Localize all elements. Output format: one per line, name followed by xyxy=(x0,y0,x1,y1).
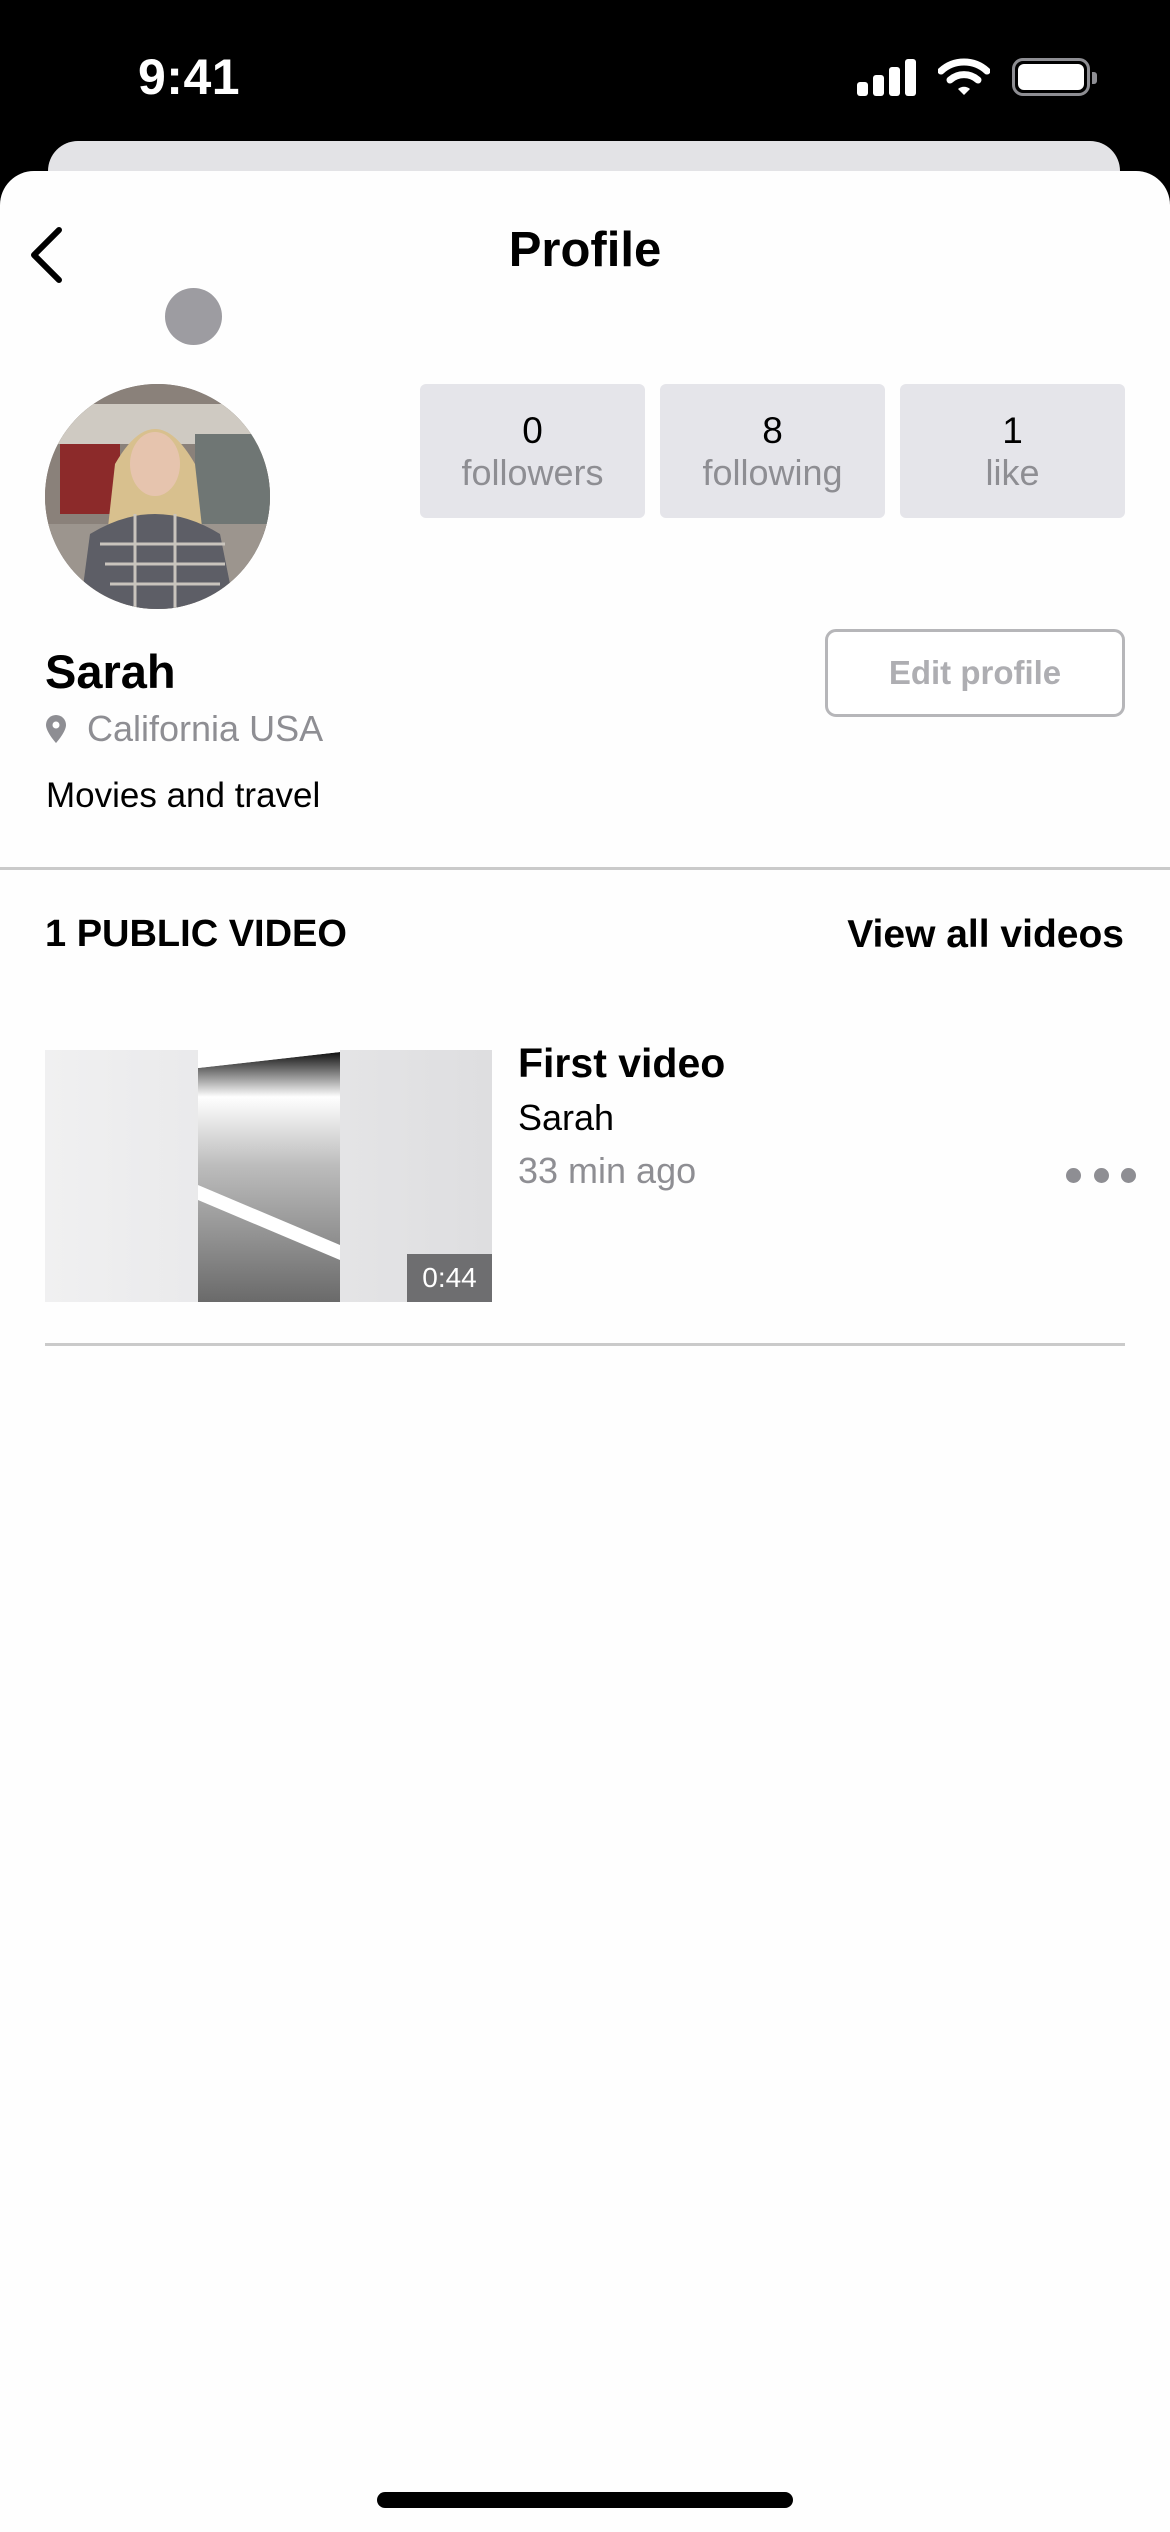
location-text: California USA xyxy=(87,708,324,749)
divider xyxy=(0,867,1170,870)
video-duration: 0:44 xyxy=(407,1254,492,1302)
video-time-ago: 33 min ago xyxy=(518,1150,697,1191)
video-title[interactable]: First video xyxy=(518,1040,725,1087)
followers-stat[interactable]: 0 followers xyxy=(420,384,645,518)
status-time: 9:41 xyxy=(138,49,241,105)
following-stat[interactable]: 8 following xyxy=(660,384,885,518)
likes-stat[interactable]: 1 like xyxy=(900,384,1125,518)
cellular-signal-icon xyxy=(857,58,916,96)
page-title: Profile xyxy=(508,223,662,277)
view-all-videos-link[interactable]: View all videos xyxy=(847,913,1124,957)
following-count: 8 xyxy=(762,410,783,451)
more-horizontal-icon[interactable] xyxy=(1066,1160,1136,1190)
profile-name: Sarah xyxy=(45,645,176,698)
battery-icon xyxy=(1012,58,1097,96)
followers-count: 0 xyxy=(522,410,543,451)
video-author: Sarah xyxy=(518,1097,615,1138)
followers-label: followers xyxy=(461,452,604,493)
profile-bio: Movies and travel xyxy=(46,776,321,815)
wifi-icon xyxy=(938,58,990,95)
likes-count: 1 xyxy=(1002,410,1023,451)
video-frame xyxy=(198,1050,340,1302)
profile-location: California USA xyxy=(45,708,323,750)
touch-indicator xyxy=(165,288,222,345)
status-icons xyxy=(857,58,1097,96)
avatar-photo xyxy=(45,384,270,609)
avatar[interactable] xyxy=(45,384,270,609)
following-label: following xyxy=(702,452,843,493)
likes-label: like xyxy=(985,452,1040,493)
public-videos-heading: 1 PUBLIC VIDEO xyxy=(45,913,347,955)
edit-profile-button[interactable]: Edit profile xyxy=(825,629,1125,717)
home-indicator[interactable] xyxy=(377,2492,793,2508)
video-divider xyxy=(45,1343,1125,1346)
video-thumbnail[interactable]: 0:44 xyxy=(45,1050,492,1302)
map-pin-icon xyxy=(46,715,66,743)
